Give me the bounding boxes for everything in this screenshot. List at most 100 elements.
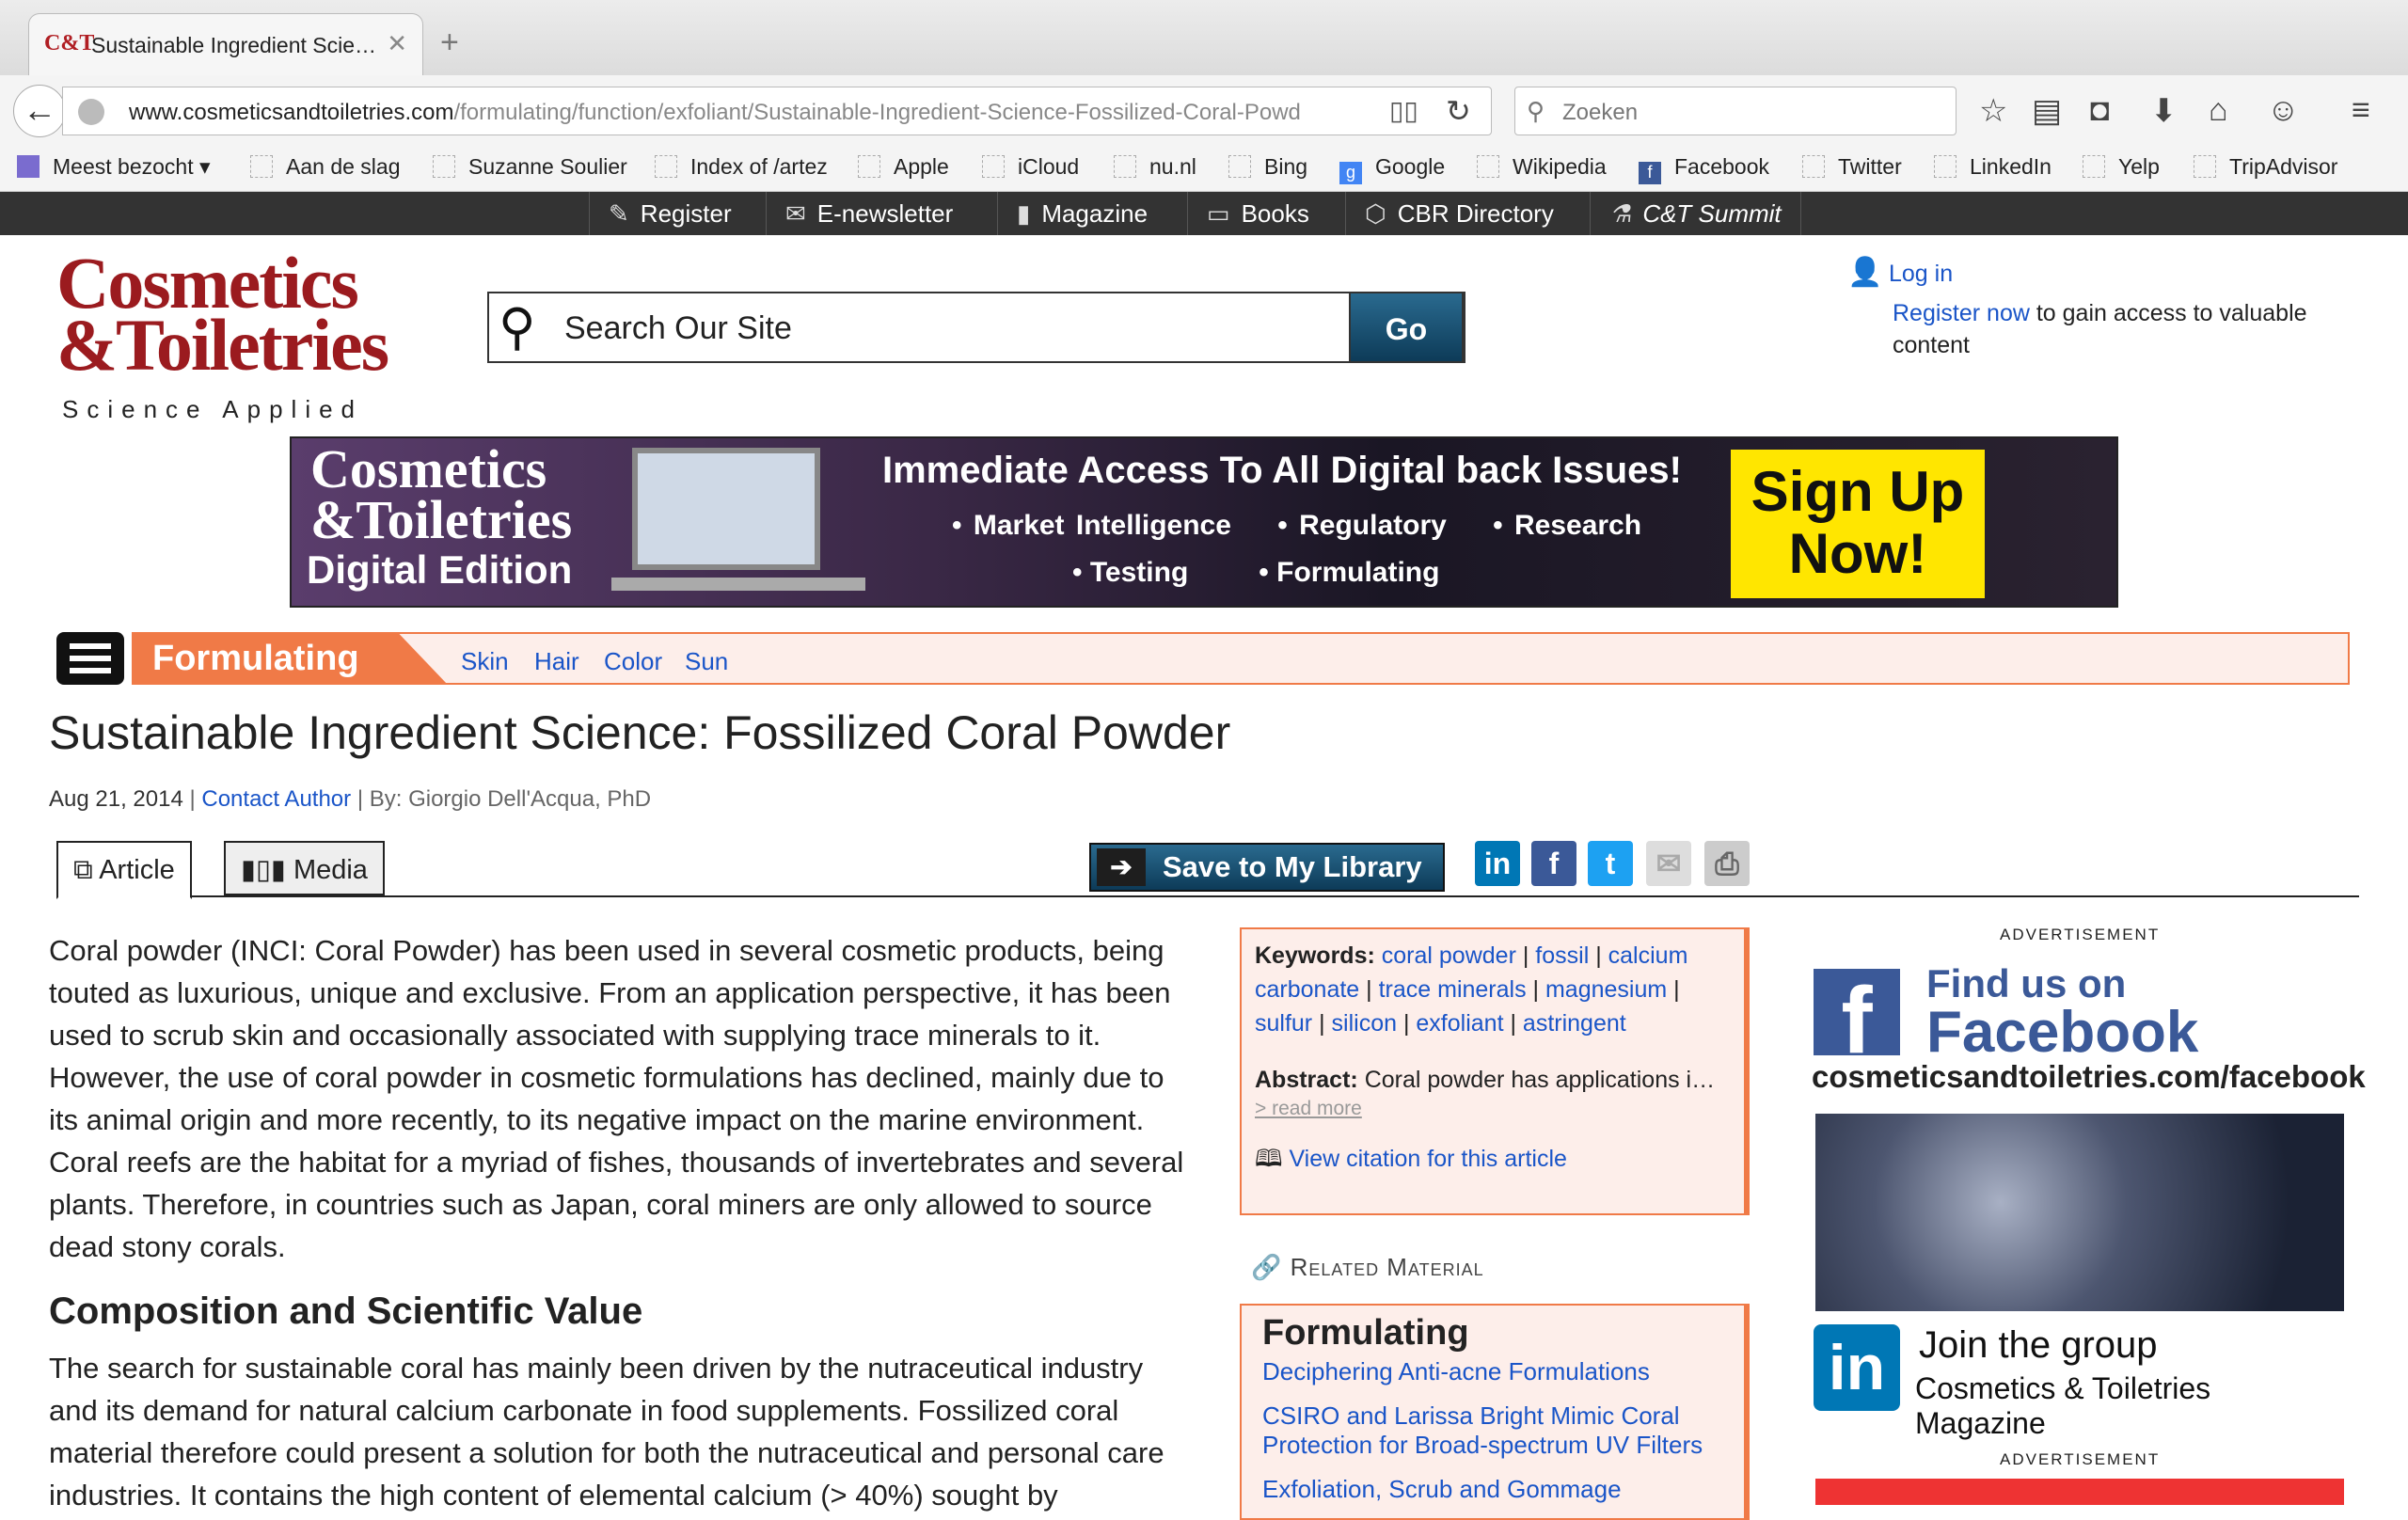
section-menu-button[interactable] <box>56 632 124 685</box>
new-tab-icon[interactable]: + <box>440 24 459 61</box>
tab-article[interactable]: ⧉ Article <box>56 841 192 899</box>
bookmark-item[interactable]: iCloud <box>982 154 1079 180</box>
email-share-icon[interactable]: ✉ <box>1646 841 1691 886</box>
reload-icon[interactable]: ↻ <box>1446 93 1471 129</box>
bookmark-item[interactable]: Aan de slag <box>250 154 400 180</box>
banner-headline: Immediate Access To All Digital back Iss… <box>882 450 1682 491</box>
home-icon[interactable]: ⌂ <box>2209 92 2228 129</box>
facebook-share-icon[interactable]: f <box>1531 841 1576 886</box>
section-link-color[interactable]: Color <box>604 647 662 676</box>
bookmark-item[interactable]: f Facebook <box>1639 154 1769 184</box>
site-top-nav: ✎ Register ✉ E-newsletter ▮ Magazine ▭ Books… <box>0 192 2408 235</box>
fantasy-face-ad-image[interactable] <box>1815 1114 2344 1311</box>
bottom-ad[interactable] <box>1815 1479 2344 1505</box>
section-link-hair[interactable]: Hair <box>534 647 579 676</box>
logo-tagline: Science Applied <box>62 395 364 423</box>
site-logo[interactable]: Cosmetics &Toiletries <box>56 246 389 382</box>
linkedin-share-icon[interactable]: in <box>1475 841 1520 886</box>
banner-brand: Cosmetics &Toiletries <box>310 438 573 550</box>
bookmark-item[interactable]: Apple <box>858 154 949 180</box>
contact-author-link[interactable]: Contact Author <box>201 786 351 812</box>
nav-cbr-directory[interactable]: ⬡ CBR Directory <box>1345 192 1573 235</box>
related-link[interactable]: Exfoliation, Scrub and Gommage <box>1262 1475 1723 1504</box>
envelope-icon: ✉ <box>785 199 806 228</box>
browser-tab-strip: C&T Sustainable Ingredient Scie… ✕ + <box>0 0 2408 75</box>
keyword-link[interactable]: silicon <box>1332 1010 1397 1037</box>
read-more-link[interactable]: > read more <box>1255 1097 1731 1121</box>
nav-register[interactable]: ✎ Register <box>589 192 751 235</box>
arrow-icon: ➔ <box>1097 848 1146 886</box>
citation-row: 🕮 View citation for this article <box>1255 1142 1731 1176</box>
li-ad-line1: Join the group <box>1919 1324 2158 1366</box>
bookmark-item[interactable]: Index of /artez <box>655 154 828 180</box>
nav-ct-summit[interactable]: ⚗ C&T Summit <box>1590 192 1801 235</box>
keyword-link[interactable]: sulfur <box>1255 1010 1312 1037</box>
section-link-skin[interactable]: Skin <box>461 647 509 676</box>
bookmark-item[interactable]: g Google <box>1339 154 1445 184</box>
nav-books[interactable]: ▭ Books <box>1187 192 1328 235</box>
bookmarks-library-icon[interactable]: ▤ <box>2032 92 2062 130</box>
digital-edition-banner-ad[interactable]: Cosmetics &Toiletries Digital Edition Imm… <box>290 436 2118 608</box>
keyword-link[interactable]: fossil <box>1535 942 1589 969</box>
back-button[interactable]: ← <box>13 85 66 137</box>
tab-title: Sustainable Ingredient Scie… <box>91 33 377 57</box>
close-tab-icon[interactable]: ✕ <box>387 29 407 58</box>
browser-search-input[interactable]: ⚲ Zoeken <box>1514 87 1956 135</box>
chat-icon[interactable]: ☺ <box>2267 92 2300 129</box>
banner-sign-up-button[interactable]: Sign Up Now! <box>1731 450 1985 598</box>
bookmark-item[interactable]: TripAdvisor <box>2194 154 2337 180</box>
bookmark-item[interactable]: LinkedIn <box>1934 154 2052 180</box>
magazine-icon: ▮ <box>1017 199 1031 228</box>
search-go-button[interactable]: Go <box>1349 292 1464 363</box>
view-citation-link[interactable]: View citation for this article <box>1289 1146 1567 1172</box>
search-placeholder: Zoeken <box>1562 100 1639 125</box>
keyword-link[interactable]: exfoliant <box>1416 1010 1503 1037</box>
bookmark-star-icon[interactable]: ☆ <box>1979 92 2007 130</box>
li-ad-line2: Cosmetics & Toiletries Magazine <box>1915 1371 2211 1440</box>
bookmark-item[interactable]: Wikipedia <box>1477 154 1607 180</box>
related-link[interactable]: CSIRO and Larissa Bright Mimic Coral Pro… <box>1262 1401 1723 1460</box>
bookmark-item[interactable]: nu.nl <box>1114 154 1196 180</box>
related-box-title: Formulating <box>1262 1313 1469 1353</box>
register-now-link[interactable]: Register now <box>1893 300 2030 326</box>
browser-nav-bar: ← www.cosmeticsandtoiletries.com/formula… <box>0 75 2408 149</box>
abstract: Abstract: Coral powder has applications … <box>1255 1067 1716 1093</box>
twitter-share-icon[interactable]: t <box>1588 841 1633 886</box>
site-info-icon[interactable] <box>78 99 104 125</box>
nav-enewsletter[interactable]: ✉ E-newsletter <box>766 192 972 235</box>
browser-tab[interactable]: C&T Sustainable Ingredient Scie… ✕ <box>28 13 423 75</box>
bookmark-item[interactable]: Bing <box>1228 154 1307 180</box>
facebook-ad[interactable]: f Find us on Facebook cosmeticsandtoilet… <box>1810 961 2366 1102</box>
menu-icon[interactable]: ≡ <box>2352 92 2370 129</box>
site-favicon-icon: C&T <box>44 31 95 55</box>
bookmark-item[interactable]: Suzanne Soulier <box>433 154 627 180</box>
site-search-input[interactable]: ⚲ Search Our Site <box>487 292 1465 363</box>
linkedin-ad[interactable]: in Join the group Cosmetics & Toiletries… <box>1810 1322 2346 1440</box>
login-link[interactable]: Log in <box>1889 261 1953 287</box>
keyword-link[interactable]: coral powder <box>1382 942 1516 969</box>
fb-ad-url: cosmeticsandtoiletries.com/facebook <box>1812 1059 2366 1094</box>
keyword-link[interactable]: astringent <box>1523 1010 1626 1037</box>
flask-icon: ⚗ <box>1609 199 1632 228</box>
section-link-sun[interactable]: Sun <box>685 647 728 676</box>
bookmark-item[interactable]: Yelp <box>2083 154 2160 180</box>
print-icon[interactable]: ⎙ <box>1704 841 1750 886</box>
download-icon[interactable]: ⬇ <box>2150 92 2178 130</box>
bookmark-item[interactable]: Twitter <box>1802 154 1902 180</box>
article-byline: By: Giorgio Dell'Acqua, PhD <box>369 786 652 812</box>
related-link[interactable]: Deciphering Anti-acne Formulations <box>1262 1357 1723 1386</box>
tab-media[interactable]: ▮▯▮ Media <box>224 841 385 895</box>
keyword-link[interactable]: magnesium <box>1545 976 1667 1003</box>
login-area: 👤 Log in <box>1847 256 1953 288</box>
related-material-box: Formulating Deciphering Anti-acne Formul… <box>1240 1304 1750 1520</box>
section-label[interactable]: Formulating <box>134 632 448 685</box>
pocket-icon[interactable]: ◘ <box>2090 92 2110 129</box>
keyword-link[interactable]: trace minerals <box>1379 976 1527 1003</box>
bookmark-most-visited[interactable]: Meest bezocht ▾ <box>17 154 211 180</box>
save-to-library-button[interactable]: ➔ Save to My Library <box>1089 843 1445 892</box>
search-placeholder: Search Our Site <box>564 310 792 346</box>
address-bar[interactable]: www.cosmeticsandtoiletries.com/formulati… <box>62 87 1492 135</box>
article-tab-icon: ⧉ <box>73 855 93 885</box>
reader-view-icon[interactable]: ▯▯ <box>1389 95 1418 126</box>
nav-magazine[interactable]: ▮ Magazine <box>997 192 1166 235</box>
